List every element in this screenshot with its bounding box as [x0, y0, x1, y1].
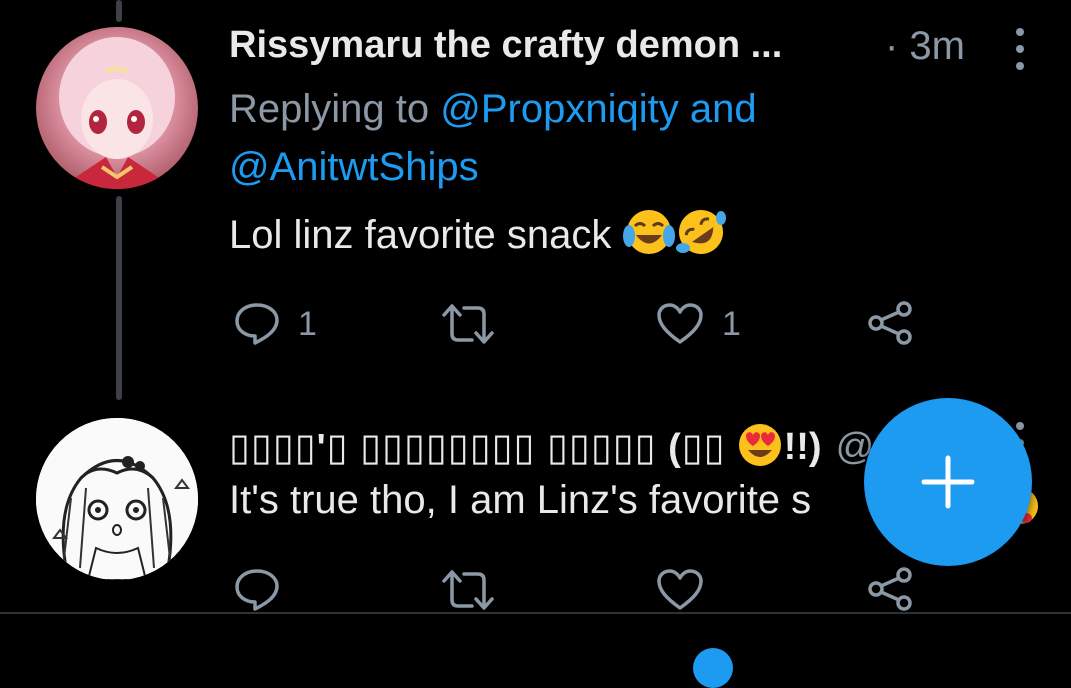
- replying-joiner[interactable]: and: [690, 87, 757, 131]
- thread-line-top: [116, 0, 122, 22]
- share-button-2[interactable]: [866, 566, 914, 612]
- share-button[interactable]: [866, 300, 914, 346]
- plus-icon: [921, 455, 975, 509]
- like-count: 1: [722, 304, 741, 343]
- tweet-text: It's true tho, I am Linz's favorite s: [229, 478, 812, 522]
- share-icon: [868, 567, 912, 611]
- retweet-button-2[interactable]: [440, 568, 496, 612]
- bottom-nav-divider: [0, 612, 1071, 614]
- like-button-2[interactable]: [656, 568, 704, 612]
- face-with-tears-of-joy-emoji: [622, 208, 675, 266]
- avatar-rissymaru[interactable]: [36, 27, 198, 189]
- tweet-1-header: Rissymaru the crafty demon ...: [229, 24, 782, 67]
- retweet-icon: [442, 570, 494, 610]
- heart-icon: [657, 569, 703, 610]
- notification-dot: [693, 648, 733, 688]
- reply-icon: [235, 303, 279, 345]
- display-name[interactable]: Rissymaru the crafty demon ...: [229, 24, 782, 67]
- tweet-2-text-wrap: It's true tho, I am Linz's favorite s: [229, 478, 811, 523]
- replying-to-line: Replying to @Propxniqity and @AnitwtShip…: [229, 80, 757, 196]
- share-icon: [868, 301, 912, 345]
- more-options-icon[interactable]: [1016, 28, 1024, 70]
- retweet-icon: [442, 304, 494, 344]
- tweet-2-header: ▯▯▯▯'▯ ▯▯▯▯▯▯▯▯ ▯▯▯▯▯ (▯▯ !!) @...: [229, 422, 906, 473]
- reply-button-2[interactable]: [234, 568, 280, 612]
- compose-tweet-button[interactable]: [864, 398, 1032, 566]
- display-name[interactable]: ▯▯▯▯'▯ ▯▯▯▯▯▯▯▯ ▯▯▯▯▯ (▯▯: [229, 425, 726, 470]
- reply-button[interactable]: 1: [234, 302, 317, 346]
- reply-icon: [235, 569, 279, 611]
- tweet-1-time-wrap: · 3m: [885, 24, 965, 69]
- tweet-time[interactable]: · 3m: [885, 24, 965, 69]
- like-button[interactable]: 1: [656, 302, 741, 346]
- avatar-user-2[interactable]: [36, 418, 198, 580]
- mention-propxniqity[interactable]: @Propxniqity: [440, 87, 678, 131]
- display-name-suffix[interactable]: !!): [784, 426, 822, 469]
- mention-anitwtships[interactable]: @AnitwtShips: [229, 145, 479, 189]
- heart-icon: [657, 303, 703, 344]
- rolling-on-floor-laughing-emoji: [675, 208, 727, 266]
- reply-count: 1: [298, 304, 317, 343]
- retweet-button[interactable]: [440, 302, 514, 346]
- thread-line: [116, 196, 122, 400]
- smiling-face-with-heart-eyes-emoji: [736, 422, 784, 473]
- tweet-text: Lol linz favorite snack: [229, 213, 612, 257]
- replying-to-label: Replying to: [229, 87, 430, 131]
- tweet-1-text-wrap: Lol linz favorite snack: [229, 208, 727, 266]
